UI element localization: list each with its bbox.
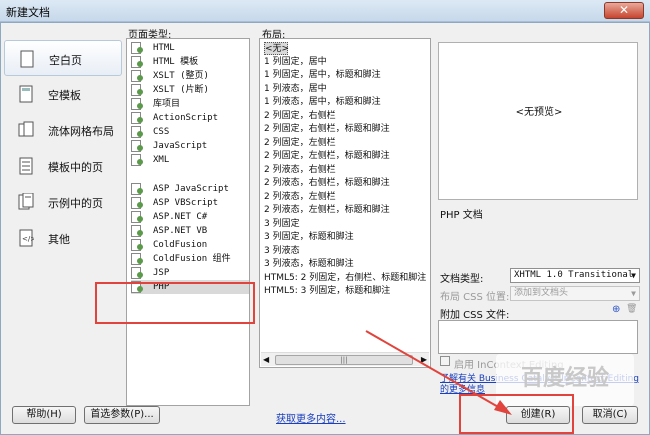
annotation-arrow xyxy=(365,330,512,415)
